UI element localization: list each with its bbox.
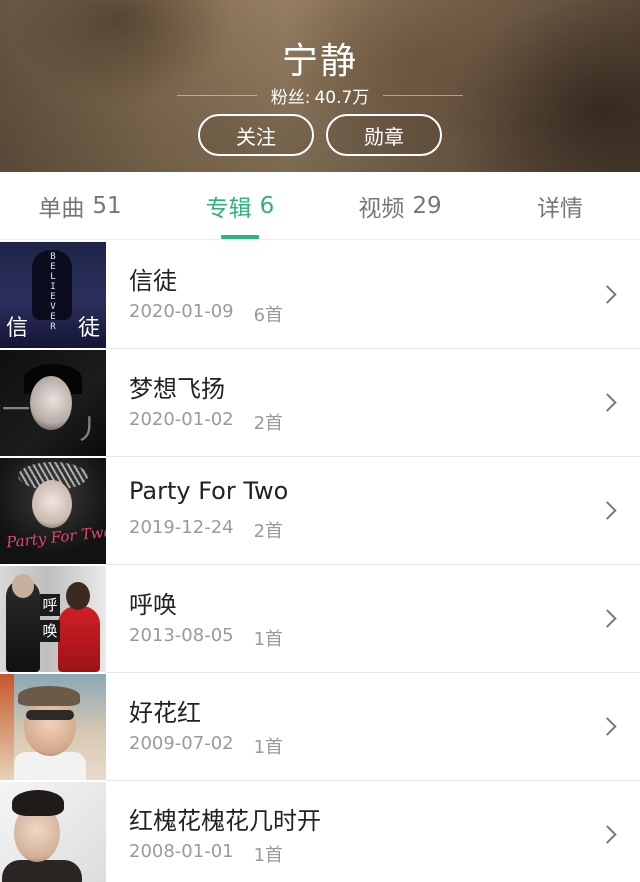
album-title: 好花红: [129, 699, 201, 727]
album-meta: 2009-07-02 1首: [129, 733, 283, 759]
divider-left: [176, 94, 257, 96]
tab-singles[interactable]: 单曲 51: [0, 172, 160, 239]
album-cover: 一 丿: [0, 350, 106, 456]
chevron-right-icon: [598, 285, 617, 304]
album-row[interactable]: 一 丿 梦想飞扬 2020-01-02 2首: [0, 349, 640, 457]
album-title: 梦想飞扬: [129, 375, 225, 403]
album-cover: [0, 674, 106, 780]
album-date: 2020-01-09: [129, 301, 234, 322]
album-cover: Party For Two: [0, 458, 106, 564]
album-cover: [0, 782, 106, 882]
fans-row: 粉丝: 40.7万: [0, 83, 640, 108]
album-title: 红槐花槐花几时开: [129, 807, 321, 835]
tab-count: 6: [259, 192, 275, 219]
medal-button[interactable]: 勋章: [326, 114, 442, 156]
fans-value: 40.7万: [314, 87, 370, 108]
album-track-count: 6首: [253, 305, 284, 326]
cover-text: 唤: [40, 620, 60, 642]
cover-text: 信: [6, 316, 29, 341]
tab-label: 详情: [537, 195, 583, 222]
album-track-count: 1首: [253, 629, 284, 650]
artist-name: 宁静: [281, 41, 358, 82]
album-meta: 2020-01-02 2首: [129, 409, 283, 435]
album-meta: 2013-08-05 1首: [129, 625, 283, 651]
artist-header: 宁静 粉丝: 40.7万 关注 勋章: [0, 0, 640, 172]
album-date: 2013-08-05: [129, 625, 234, 646]
album-date: 2019-12-24: [129, 517, 234, 538]
album-meta: 2008-01-01 1首: [129, 841, 283, 867]
tab-details[interactable]: 详情: [480, 172, 640, 239]
album-title: 信徒: [129, 267, 177, 295]
tab-label: 单曲: [38, 195, 85, 222]
album-cover: BELIEVER 信 徒: [0, 242, 106, 348]
follow-button[interactable]: 关注: [198, 114, 314, 156]
album-date: 2008-01-01: [129, 841, 234, 862]
chevron-right-icon: [598, 393, 617, 412]
album-row[interactable]: 好花红 2009-07-02 1首: [0, 673, 640, 781]
tab-videos[interactable]: 视频 29: [320, 172, 480, 239]
tab-label: 专辑: [205, 195, 252, 222]
album-date: 2020-01-02: [129, 409, 234, 430]
chevron-right-icon: [598, 501, 617, 520]
album-list: BELIEVER 信 徒 信徒 2020-01-09 6首 一 丿 梦想飞扬 2…: [0, 241, 640, 882]
cover-text: 徒: [77, 316, 100, 341]
album-row[interactable]: 呼 唤 呼唤 2013-08-05 1首: [0, 565, 640, 673]
album-track-count: 1首: [253, 737, 284, 758]
divider-right: [383, 94, 464, 96]
album-meta: 2019-12-24 2首: [129, 517, 283, 543]
chevron-right-icon: [598, 825, 617, 844]
album-date: 2009-07-02: [129, 733, 234, 754]
album-track-count: 2首: [253, 413, 284, 434]
album-meta: 2020-01-09 6首: [129, 301, 283, 327]
tab-count: 51: [92, 192, 122, 219]
album-cover: 呼 唤: [0, 566, 106, 672]
fans-label: 粉丝:: [270, 87, 311, 108]
tab-bar: 单曲 51 专辑 6 视频 29 详情: [0, 172, 640, 240]
album-row[interactable]: BELIEVER 信 徒 信徒 2020-01-09 6首: [0, 241, 640, 349]
chevron-right-icon: [598, 717, 617, 736]
tab-count: 29: [412, 192, 442, 219]
album-title: Party For Two: [129, 477, 289, 505]
header-actions: 关注 勋章: [0, 114, 640, 156]
fans-count: 粉丝: 40.7万: [271, 83, 370, 108]
cover-text: 呼: [40, 594, 60, 616]
album-track-count: 1首: [253, 845, 284, 866]
active-tab-indicator: [221, 235, 259, 239]
chevron-right-icon: [598, 609, 617, 628]
album-row[interactable]: Party For Two Party For Two 2019-12-24 2…: [0, 457, 640, 565]
tab-label: 视频: [358, 195, 405, 222]
album-track-count: 2首: [253, 521, 284, 542]
cover-text: BELIEVER: [50, 252, 56, 332]
album-title: 呼唤: [129, 591, 177, 619]
tab-albums[interactable]: 专辑 6: [160, 172, 320, 239]
album-row[interactable]: 红槐花槐花几时开 2008-01-01 1首: [0, 781, 640, 882]
